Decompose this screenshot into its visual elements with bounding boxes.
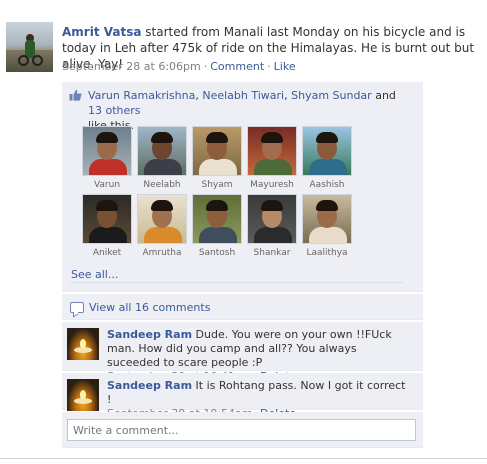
friend-tile[interactable]: Shankar: [246, 194, 298, 258]
view-all-comments-row[interactable]: View all 16 comments: [62, 294, 423, 320]
commenter-name-link[interactable]: Sandeep Ram: [107, 328, 192, 341]
post-author-link[interactable]: Amrit Vatsa: [62, 25, 141, 39]
liker-link[interactable]: Varun Ramakrishna: [88, 89, 195, 102]
others-link[interactable]: 13 others: [88, 104, 141, 117]
friend-photo[interactable]: [137, 126, 187, 176]
divider: [70, 282, 403, 283]
feedback-area: Varun Ramakrishna, Neelabh Tiwari, Shyam…: [62, 82, 423, 448]
commenter-avatar[interactable]: [67, 379, 99, 411]
friend-photo[interactable]: [302, 126, 352, 176]
friend-tile[interactable]: Laalithya: [301, 194, 353, 258]
friend-tile[interactable]: Shyam: [191, 126, 243, 190]
liker-link[interactable]: Neelabh Tiwari: [202, 89, 284, 102]
friend-photo[interactable]: [302, 194, 352, 244]
comment-item: Sandeep Ram Dude. You were on your own !…: [62, 322, 423, 383]
friend-name[interactable]: Shankar: [246, 248, 298, 258]
friend-tile[interactable]: Amrutha: [136, 194, 188, 258]
friend-name[interactable]: Shyam: [191, 180, 243, 190]
avatar-bicycle-wheel: [18, 55, 29, 66]
like-link[interactable]: Like: [274, 60, 296, 73]
meta-separator: ·: [203, 60, 208, 73]
friend-photo[interactable]: [137, 194, 187, 244]
friend-tile[interactable]: Neelabh: [136, 126, 188, 190]
comment-item: Sandeep Ram It is Rohtang pass. Now I go…: [62, 373, 423, 420]
friend-photo[interactable]: [247, 194, 297, 244]
friend-name[interactable]: Mayuresh: [246, 180, 298, 190]
friend-tile[interactable]: Mayuresh: [246, 126, 298, 190]
friend-photo[interactable]: [82, 194, 132, 244]
friend-name[interactable]: Laalithya: [301, 248, 353, 258]
meta-separator: ·: [267, 60, 271, 73]
bottom-border: [0, 458, 487, 459]
write-comment-box: Write a comment...: [62, 412, 423, 448]
author-avatar[interactable]: [6, 22, 53, 72]
friend-photo[interactable]: [192, 194, 242, 244]
friend-photo[interactable]: [192, 126, 242, 176]
post-timestamp[interactable]: September 28 at 6:06pm: [62, 60, 201, 73]
comment-link[interactable]: Comment: [210, 60, 264, 73]
comment-input[interactable]: Write a comment...: [67, 419, 416, 441]
friend-name[interactable]: Aniket: [81, 248, 133, 258]
avatar-bicycle-wheel: [32, 55, 43, 66]
see-all-link[interactable]: See all...: [71, 268, 118, 281]
friend-name[interactable]: Amrutha: [136, 248, 188, 258]
friend-name[interactable]: Varun: [81, 180, 133, 190]
comment-bubble-icon: [70, 302, 84, 313]
view-all-comments-link[interactable]: View all 16 comments: [89, 301, 210, 314]
friend-tile[interactable]: Varun: [81, 126, 133, 190]
friend-name[interactable]: Neelabh: [136, 180, 188, 190]
friend-name[interactable]: Santosh: [191, 248, 243, 258]
friend-tile[interactable]: Santosh: [191, 194, 243, 258]
thumbs-up-icon: [69, 89, 82, 101]
likes-box: Varun Ramakrishna, Neelabh Tiwari, Shyam…: [62, 82, 423, 292]
commenter-avatar[interactable]: [67, 328, 99, 360]
liker-link[interactable]: Shyam Sundar: [291, 89, 372, 102]
friend-photo[interactable]: [247, 126, 297, 176]
likes-and: and: [371, 89, 396, 102]
friend-tile[interactable]: Aniket: [81, 194, 133, 258]
friend-name[interactable]: Aashish: [301, 180, 353, 190]
post-meta: September 28 at 6:06pm · Comment · Like: [62, 60, 296, 73]
friend-photo[interactable]: [82, 126, 132, 176]
friend-tile[interactable]: Aashish: [301, 126, 353, 190]
commenter-name-link[interactable]: Sandeep Ram: [107, 379, 192, 392]
